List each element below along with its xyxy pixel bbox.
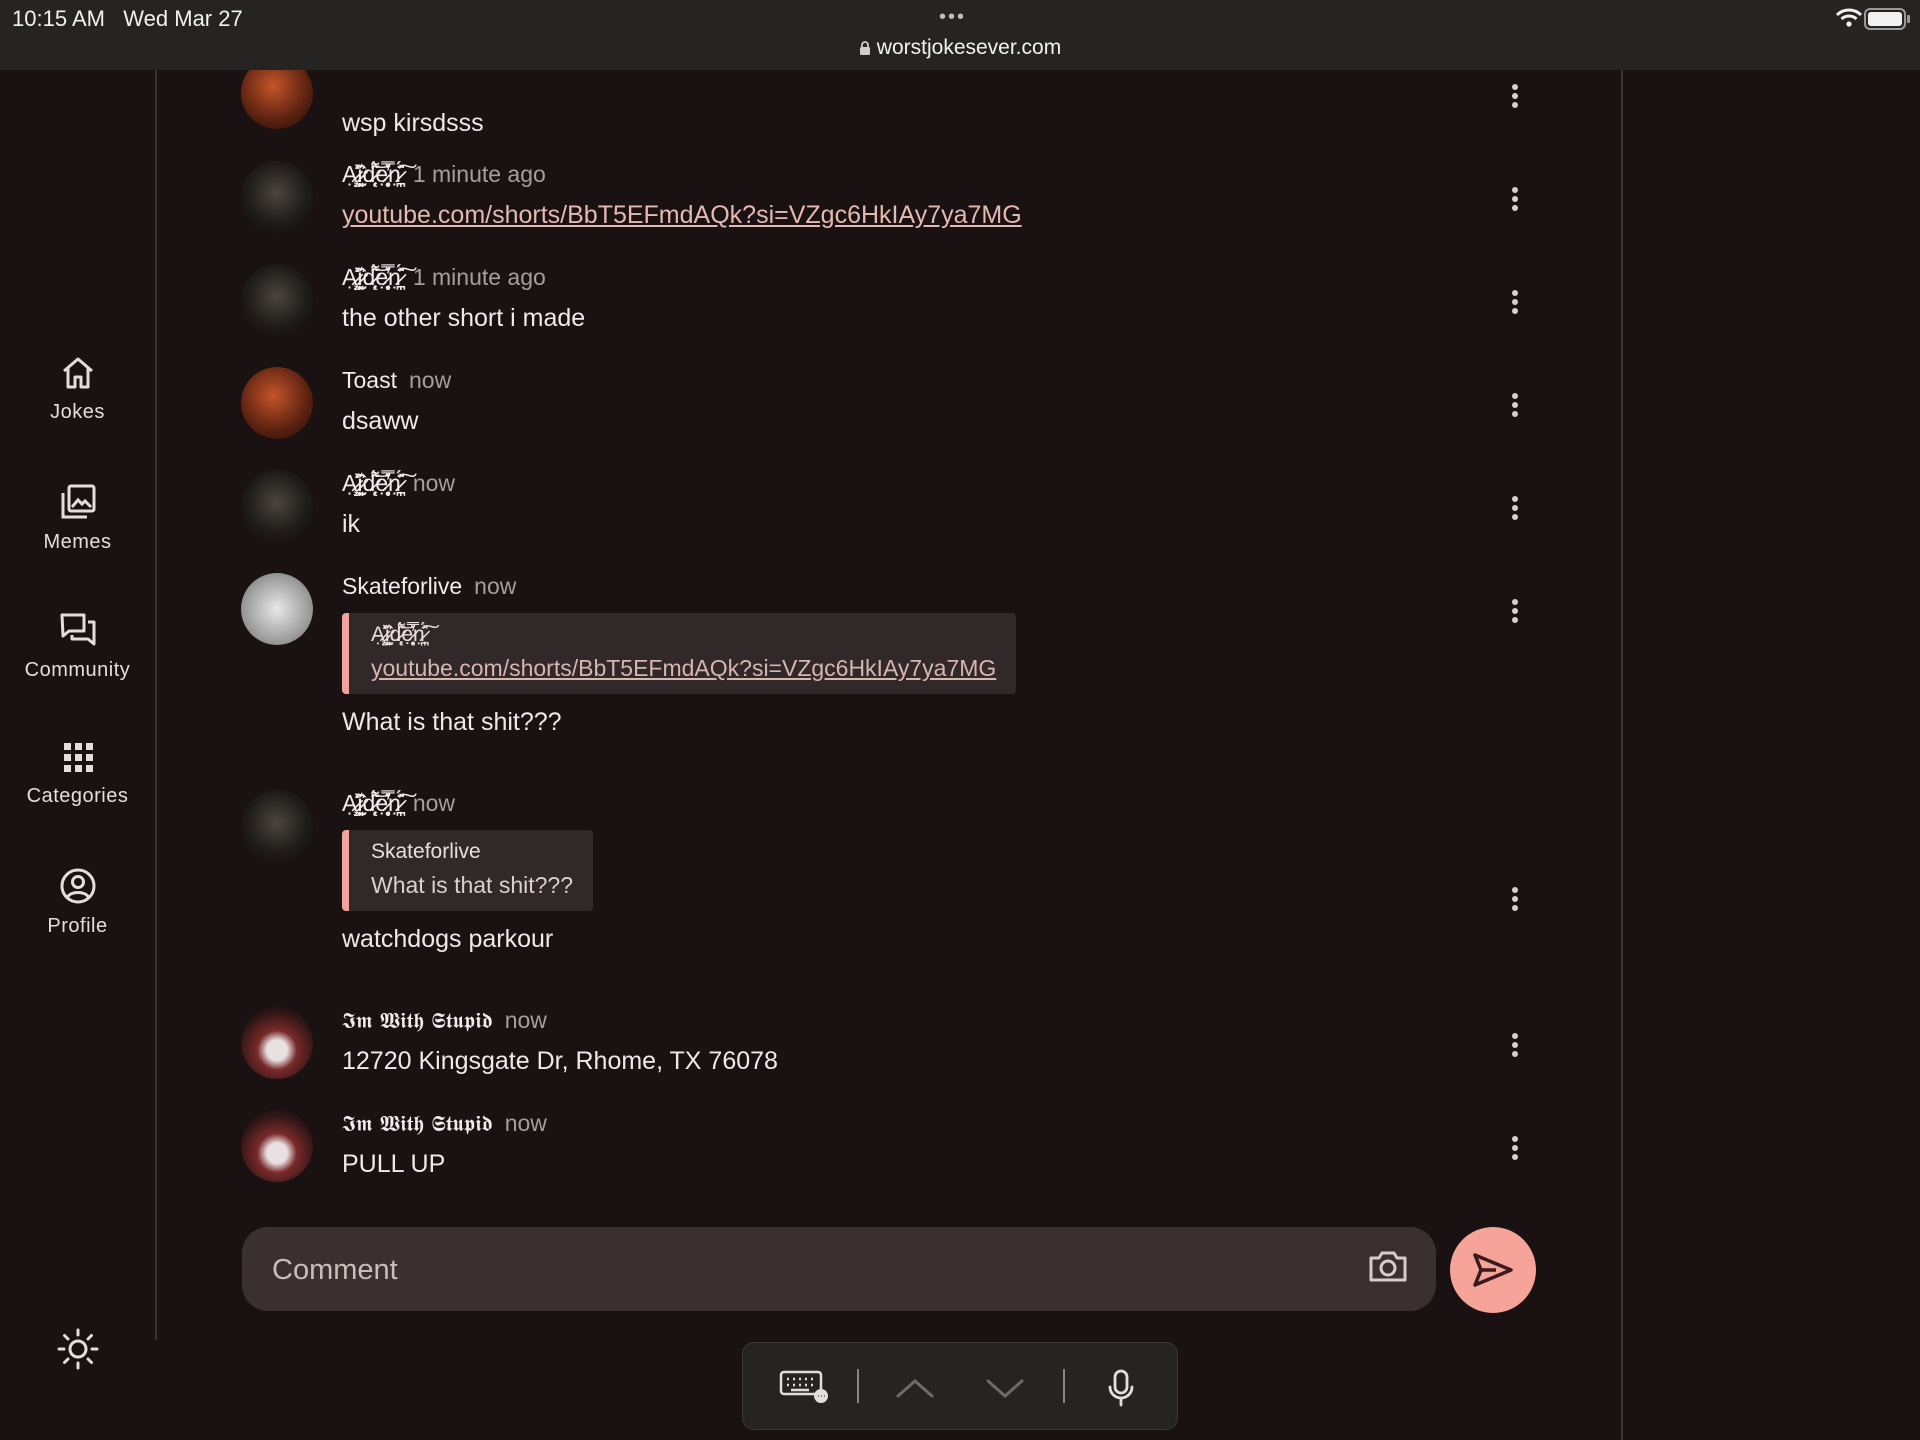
- avatar-toast[interactable]: [241, 70, 313, 129]
- quoted-link[interactable]: youtube.com/shorts/BbT5EFmdAQk?si=VZgc6H…: [371, 655, 996, 682]
- more-options-icon[interactable]: [1511, 1032, 1519, 1058]
- keyboard-accessory-bar: [742, 1342, 1178, 1430]
- lock-icon: [859, 41, 870, 55]
- comment-composer: [242, 1227, 1436, 1313]
- content-divider: [1621, 70, 1623, 1440]
- microphone-icon[interactable]: [1107, 1369, 1135, 1407]
- comment-text: PULL UP: [342, 1150, 446, 1178]
- more-options-icon[interactable]: [1511, 289, 1519, 315]
- more-options-icon[interactable]: [1511, 83, 1519, 109]
- camera-icon[interactable]: [1368, 1248, 1408, 1284]
- send-icon: [1473, 1253, 1513, 1287]
- comment-time: now: [412, 470, 456, 496]
- more-options-icon[interactable]: [1511, 392, 1519, 418]
- comment-time: now: [504, 1007, 547, 1033]
- quoted-reply[interactable]: Skateforlive What is that shit???: [342, 830, 593, 911]
- avatar-aiden[interactable]: [241, 161, 313, 233]
- comment-author[interactable]: Toast: [342, 367, 397, 393]
- comment-time: now: [474, 573, 517, 599]
- chevron-up-icon[interactable]: [895, 1377, 935, 1399]
- comment-author[interactable]: Ạ̷̧̤͖͗̽̍ị̷͎̮̫̑͛̂d̷̨̜̗̈́͌͝ẹ̷̥̘͎̓̊̿ṇ̷̪͎̩͐̈…: [342, 790, 401, 816]
- comment-text: the other short i made: [342, 304, 586, 332]
- address-bar[interactable]: worstjokesever.com: [0, 36, 1920, 60]
- comment-author[interactable]: Ạ̷̧̤͖͗̽̍ị̷͎̮̫̑͛̂d̷̨̜̗̈́͌͝ẹ̷̥̘͎̓̊̿ṇ̷̪͎̩͐̈…: [342, 470, 401, 496]
- comment-author[interactable]: 𝕴𝖒 𝖂𝖎𝖙𝖍 𝕾𝖙𝖚𝖕𝖎𝖉: [342, 1112, 493, 1137]
- avatar-im-with-stupid[interactable]: [241, 1110, 313, 1182]
- avatar-skateforlive[interactable]: [241, 573, 313, 645]
- comment-text: What is that shit???: [342, 708, 562, 736]
- comment-feed[interactable]: wsp kirsdsss Ạ̷̧̤͖͗̽̍ị̷͎̮̫̑͛̂d̷̨̜̗̈́͌͝ẹ̷…: [0, 70, 1620, 1220]
- more-options-icon[interactable]: [1511, 598, 1519, 624]
- comment-time: now: [504, 1110, 547, 1136]
- url-text: worstjokesever.com: [876, 36, 1062, 59]
- more-options-icon[interactable]: [1511, 495, 1519, 521]
- avatar-aiden[interactable]: [241, 790, 313, 862]
- avatar-im-with-stupid[interactable]: [241, 1007, 313, 1079]
- avatar-toast[interactable]: [241, 367, 313, 439]
- comment-time: 1 minute ago: [412, 161, 546, 187]
- comment-author[interactable]: Ạ̷̧̤͖͗̽̍ị̷͎̮̫̑͛̂d̷̨̜̗̈́͌͝ẹ̷̥̘͎̓̊̿ṇ̷̪͎̩͐̈…: [342, 161, 401, 187]
- more-options-icon[interactable]: [1511, 1135, 1519, 1161]
- quoted-author: Skateforlive: [371, 840, 481, 863]
- comment-link[interactable]: youtube.com/shorts/BbT5EFmdAQk?si=VZgc6H…: [342, 201, 1442, 230]
- comment-author[interactable]: Skateforlive: [342, 573, 462, 599]
- quoted-author: Ạ̷̧̤͖͗̽̍ị̷͎̮̫̑͛̂d̷̨̜̗̈́͌͝ẹ̷̥̘͎̓̊̿ṇ̷̪͎̩͐̈…: [371, 623, 425, 646]
- comment-input[interactable]: [270, 1227, 1274, 1313]
- avatar-aiden[interactable]: [241, 470, 313, 542]
- comment-time: 1 minute ago: [412, 264, 546, 290]
- tab-overview-dots[interactable]: •••: [939, 6, 966, 29]
- sun-icon[interactable]: [57, 1328, 99, 1370]
- more-options-icon[interactable]: [1511, 886, 1519, 912]
- comment-author[interactable]: Ạ̷̧̤͖͗̽̍ị̷͎̮̫̑͛̂d̷̨̜̗̈́͌͝ẹ̷̥̘͎̓̊̿ṇ̷̪͎̩͐̈…: [342, 264, 401, 290]
- comment-text: dsaww: [342, 407, 419, 435]
- avatar-aiden[interactable]: [241, 264, 313, 336]
- more-options-icon[interactable]: [1511, 186, 1519, 212]
- comment-text: ik: [342, 510, 361, 538]
- send-button[interactable]: [1450, 1227, 1536, 1313]
- comment-text: watchdogs parkour: [342, 925, 554, 953]
- wifi-icon: [1836, 8, 1862, 27]
- comment-time: now: [412, 790, 456, 816]
- comment-author[interactable]: 𝕴𝖒 𝖂𝖎𝖙𝖍 𝕾𝖙𝖚𝖕𝖎𝖉: [342, 1009, 493, 1034]
- battery-icon: [1864, 8, 1910, 30]
- status-time: 10:15 AM Wed Mar 27: [12, 6, 243, 31]
- comment-text: wsp kirsdsss: [342, 109, 484, 137]
- browser-status-bar: 10:15 AM Wed Mar 27 ••• worstjokesever.c…: [0, 0, 1920, 70]
- chevron-down-icon[interactable]: [985, 1377, 1025, 1399]
- keyboard-icon[interactable]: [779, 1369, 831, 1403]
- comment-time: now: [408, 367, 452, 393]
- quoted-reply[interactable]: Ạ̷̧̤͖͗̽̍ị̷͎̮̫̑͛̂d̷̨̜̗̈́͌͝ẹ̷̥̘͎̓̊̿ṇ̷̪͎̩͐̈…: [342, 613, 1017, 694]
- comment-text: 12720 Kingsgate Dr, Rhome, TX 76078: [342, 1047, 778, 1075]
- quoted-text: What is that shit???: [371, 872, 573, 898]
